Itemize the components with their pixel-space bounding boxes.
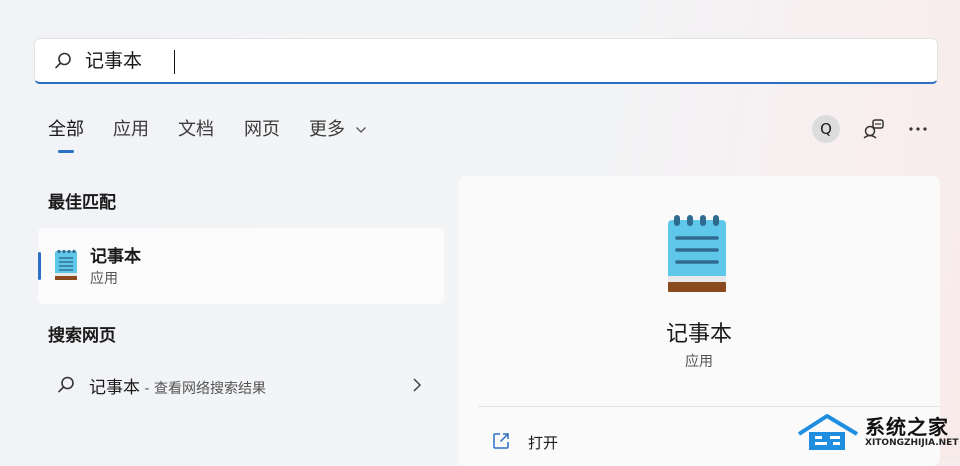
best-match-kind: 应用 [90,271,118,287]
best-match-name: 记事本 [90,247,141,267]
web-search-heading: 搜索网页 [48,326,116,346]
open-button[interactable]: 打开 [488,428,648,454]
account-avatar[interactable]: Q [812,115,840,143]
chevron-down-icon [355,127,366,133]
watermark-url: XITONGZHIJIA.NET [865,438,959,448]
tab-more[interactable]: 更多 [309,118,367,142]
house-logo-icon [797,414,859,450]
site-watermark: 系统之家 XITONGZHIJIA.NET [795,408,959,456]
notepad-icon [55,249,77,280]
text-caret [174,50,175,74]
web-search-query: 记事本 [89,378,140,398]
search-icon [55,52,71,69]
divider [478,406,940,407]
more-icon[interactable] [905,116,931,142]
search-input[interactable]: 记事本 [85,49,142,73]
active-tab-indicator [58,150,74,153]
tab-all[interactable]: 全部 [48,118,84,142]
watermark-title: 系统之家 [865,415,949,439]
best-match-item[interactable]: 记事本 应用 [38,228,444,304]
search-box[interactable]: 记事本 [34,38,938,84]
open-external-icon [493,433,509,449]
tab-more-label: 更多 [309,119,345,140]
web-search-suffix: - 查看网络搜索结果 [140,381,266,397]
selection-indicator [38,252,41,280]
feedback-icon[interactable] [861,116,887,142]
search-icon [58,376,74,393]
chevron-right-icon[interactable] [410,376,424,394]
tab-documents[interactable]: 文档 [178,118,214,142]
open-label: 打开 [528,434,559,452]
web-search-label: 记事本 - 查看网络搜索结果 [89,373,266,398]
detail-kind: 应用 [685,354,713,370]
notepad-icon [668,215,726,292]
best-match-heading: 最佳匹配 [48,193,116,213]
web-search-item[interactable]: 记事本 - 查看网络搜索结果 [38,364,444,406]
detail-title: 记事本 [665,322,732,347]
tab-apps[interactable]: 应用 [113,118,149,142]
tab-web[interactable]: 网页 [244,118,280,142]
